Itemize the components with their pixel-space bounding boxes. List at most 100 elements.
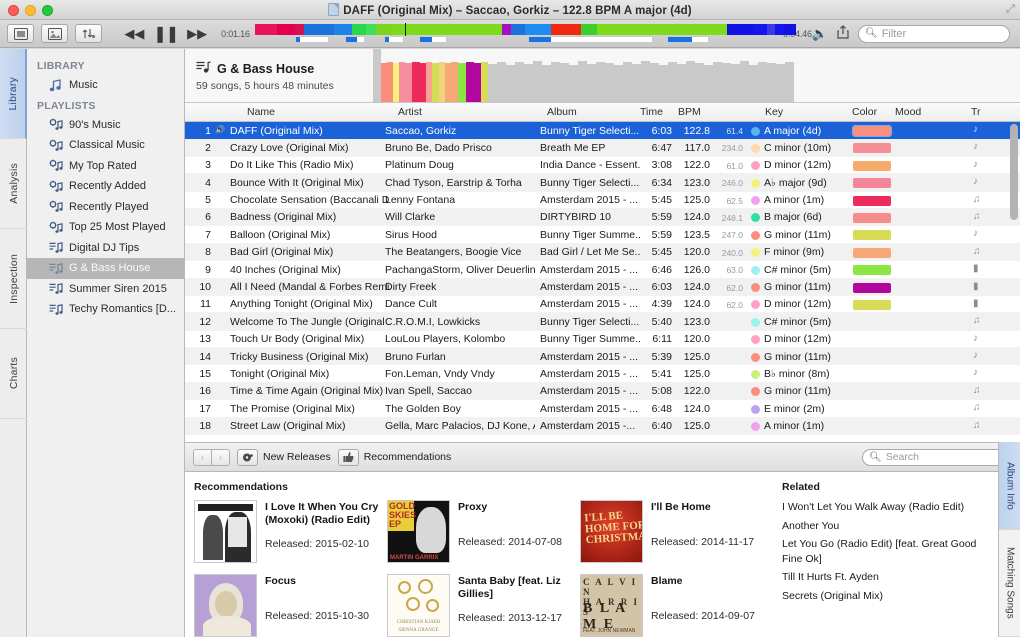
table-row[interactable]: 1 🔊 DAFF (Original Mix) Saccao, Gorkiz Bunny… <box>185 122 1020 140</box>
table-row[interactable]: 16 Time & Time Again (Original Mix) Ivan S… <box>185 382 1020 401</box>
track-color-swatch[interactable] <box>853 265 891 276</box>
album-art[interactable] <box>194 574 257 637</box>
table-row[interactable]: 7 Balloon (Original Mix) Sirus Hood Bunny T… <box>185 226 1020 244</box>
recommendation-card[interactable]: GOLD SKIES EP MARTIN GARRIX Proxy Released: 2… <box>387 500 580 574</box>
waveform-bar[interactable] <box>254 23 796 35</box>
table-row[interactable]: 6 Badness (Original Mix) Will Clarke DIRTYB… <box>185 208 1020 227</box>
share-icon[interactable] <box>837 25 849 42</box>
right-tab-strip[interactable]: Album Info Matching Songs <box>998 442 1020 637</box>
browser-search-input[interactable] <box>885 451 998 463</box>
table-row[interactable]: 5 Chocolate Sensation (Baccanali D... Lenn… <box>185 192 1020 209</box>
table-row[interactable]: 3 Do It Like This (Radio Mix) Platinum Dou… <box>185 157 1020 175</box>
track-table-scrollbar[interactable] <box>1010 124 1018 438</box>
recommendation-card[interactable]: I'LL BE HOME FOR CHRISTMAS I'll Be Home Rele… <box>580 500 773 574</box>
column-header-artist[interactable]: Artist <box>398 106 422 118</box>
track-color-swatch[interactable] <box>853 247 891 258</box>
sidebar-item-90-s-music[interactable]: 90's Music <box>27 115 184 136</box>
album-art[interactable]: GOLD SKIES EP MARTIN GARRIX <box>387 500 450 563</box>
column-header-album[interactable]: Album <box>547 106 577 118</box>
sidebar[interactable]: LIBRARY Music PLAYLISTS 90's Music Classical… <box>27 49 185 637</box>
minimize-button[interactable] <box>25 5 36 16</box>
track-color-swatch[interactable] <box>853 178 891 189</box>
sidebar-item-music[interactable]: Music <box>27 75 184 96</box>
sidebar-item-top-25-most-played[interactable]: Top 25 Most Played <box>27 217 184 238</box>
cue-point[interactable] <box>294 35 329 43</box>
cue-point[interactable] <box>418 35 447 43</box>
table-row[interactable]: 10 All I Need (Mandal & Forbes Remix) Dirt… <box>185 278 1020 296</box>
track-color-swatch[interactable] <box>853 195 891 206</box>
pause-button[interactable]: ❚❚ <box>153 24 179 44</box>
filter-field[interactable]: 🔍︎ <box>858 24 1010 43</box>
recommendation-title[interactable]: Blame <box>651 575 769 588</box>
table-row[interactable]: 18 Street Law (Original Mix) Gella, Marc P… <box>185 417 1020 436</box>
sidebar-item-g-bass-house[interactable]: G & Bass House <box>27 258 184 279</box>
track-color-swatch[interactable] <box>852 125 892 137</box>
track-color-swatch[interactable] <box>853 282 891 293</box>
sidebar-item-digital-dj-tips[interactable]: Digital DJ Tips <box>27 238 184 259</box>
table-row[interactable]: 13 Touch Ur Body (Original Mix) LouLou Pla… <box>185 331 1020 349</box>
sidebar-item-techy-romantics-d[interactable]: Techy Romantics [D... <box>27 299 184 320</box>
table-row[interactable]: 8 Bad Girl (Original Mix) The Beatangers, … <box>185 243 1020 262</box>
cue-points-row[interactable] <box>255 35 796 43</box>
left-tab-charts[interactable]: Charts <box>0 329 27 419</box>
browser-forward-button[interactable]: › <box>211 448 230 466</box>
filter-input[interactable] <box>881 27 997 40</box>
column-header-key[interactable]: Key <box>765 106 783 118</box>
table-row[interactable]: 11 Anything Tonight (Original Mix) Dance C… <box>185 296 1020 314</box>
recommendation-title[interactable]: I Love It When You Cry (Moxoki) (Radio E… <box>265 501 383 526</box>
related-item[interactable]: Secrets (Original Mix) <box>782 589 997 604</box>
left-tab-inspection[interactable]: Inspection <box>0 229 27 329</box>
column-header-tr[interactable]: Tr <box>971 106 981 118</box>
recommendation-card[interactable]: CHRISTIAN KJAER SIENNA GRANGE Santa Baby [… <box>387 574 580 637</box>
close-button[interactable] <box>8 5 19 16</box>
album-art[interactable]: CHRISTIAN KJAER SIENNA GRANGE <box>387 574 450 637</box>
recommendation-title[interactable]: Proxy <box>458 501 576 514</box>
previous-button[interactable]: ◀◀ <box>124 26 144 42</box>
table-row[interactable]: 14 Tricky Business (Original Mix) Bruno Fu… <box>185 348 1020 366</box>
sidebar-item-summer-siren-2015[interactable]: Summer Siren 2015 <box>27 279 184 300</box>
tab-new-releases[interactable]: New Releases <box>237 448 331 466</box>
track-color-swatch[interactable] <box>853 230 891 241</box>
track-color-swatch[interactable] <box>853 160 891 171</box>
transport-controls[interactable]: ◀◀ ❚❚ ▶▶ <box>124 24 207 44</box>
related-item[interactable]: Another You <box>782 519 997 534</box>
left-tab-analysis[interactable]: Analysis <box>0 139 27 229</box>
table-row[interactable]: 2 Crazy Love (Original Mix) Bruno Be, Dado… <box>185 139 1020 157</box>
recommendations-grid[interactable]: I Love It When You Cry (Moxoki) (Radio E… <box>194 500 774 637</box>
recommendation-title[interactable]: Focus <box>265 575 383 588</box>
browser-back-button[interactable]: ‹ <box>193 448 212 466</box>
recommendation-card[interactable]: Focus Released: 2015-10-30 <box>194 574 387 637</box>
album-art[interactable]: I'LL BE HOME FOR CHRISTMAS <box>580 500 643 563</box>
table-row[interactable]: 9 40 Inches (Original Mix) PachangaStorm, … <box>185 261 1020 279</box>
table-row[interactable]: 4 Bounce With It (Original Mix) Chad Tyson… <box>185 174 1020 192</box>
left-tab-library[interactable]: Library <box>0 49 27 139</box>
volume-icon[interactable]: 🔈 <box>812 26 828 42</box>
playhead-marker[interactable] <box>404 22 406 36</box>
cue-point[interactable] <box>527 35 653 43</box>
sidebar-item-recently-played[interactable]: Recently Played <box>27 197 184 218</box>
column-header-mood[interactable]: Mood <box>895 106 921 118</box>
column-header-time[interactable]: Time <box>640 106 663 118</box>
analyze-button[interactable] <box>75 24 103 43</box>
column-header-name[interactable]: Name <box>247 106 275 118</box>
table-row[interactable]: 17 The Promise (Original Mix) The Golden B… <box>185 400 1020 418</box>
recommendation-card[interactable]: I Love It When You Cry (Moxoki) (Radio E… <box>194 500 387 574</box>
recommendation-title[interactable]: I'll Be Home <box>651 501 769 514</box>
table-row[interactable]: 15 Tonight (Original Mix) Fon.Leman, Vndy … <box>185 365 1020 383</box>
column-header-color[interactable]: Color <box>852 106 877 118</box>
library-view-button[interactable] <box>7 24 35 43</box>
cue-point[interactable] <box>383 35 404 43</box>
recommendation-title[interactable]: Santa Baby [feat. Liz Gillies] <box>458 575 576 600</box>
related-item[interactable]: I Won't Let You Walk Away (Radio Edit) <box>782 500 997 515</box>
right-tab-matching-songs[interactable]: Matching Songs <box>999 530 1020 637</box>
zoom-button[interactable] <box>42 5 53 16</box>
track-color-swatch[interactable] <box>853 143 891 154</box>
window-controls[interactable] <box>8 5 53 16</box>
sidebar-item-recently-added[interactable]: Recently Added <box>27 176 184 197</box>
album-art[interactable]: C A L V I NH A R R I SB L A M E FEAT. JOH… <box>580 574 643 637</box>
recommendation-card[interactable]: C A L V I NH A R R I SB L A M E FEAT. JOH… <box>580 574 773 637</box>
waveform[interactable] <box>254 22 796 45</box>
cue-point[interactable] <box>666 35 709 43</box>
related-item[interactable]: Till It Hurts Ft. Ayden <box>782 570 997 585</box>
tab-recommendations[interactable]: Recommendations <box>337 448 451 466</box>
